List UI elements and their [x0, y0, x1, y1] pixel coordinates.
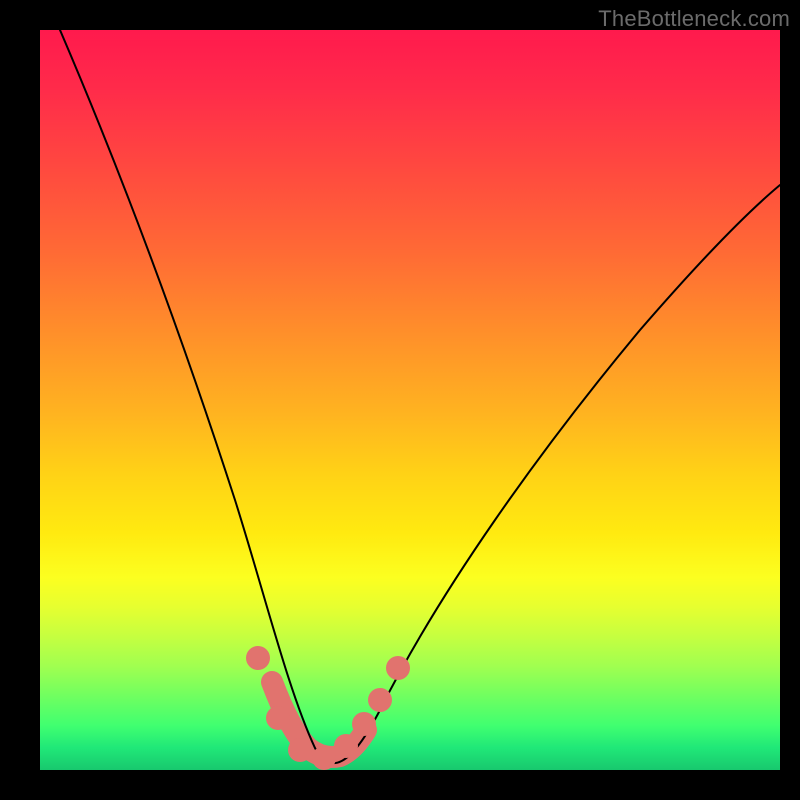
marker-dot: [246, 646, 270, 670]
marker-dot: [288, 738, 312, 762]
marker-dot: [312, 746, 336, 770]
curve-line: [60, 30, 780, 763]
marker-dot: [334, 734, 358, 758]
marker-dot: [386, 656, 410, 680]
marker-dot: [368, 688, 392, 712]
marker-dot: [352, 712, 376, 736]
chart-frame: TheBottleneck.com: [0, 0, 800, 800]
marker-dot: [266, 706, 290, 730]
plot-area: [40, 30, 780, 770]
bottleneck-curve-svg: [40, 30, 780, 770]
watermark-text: TheBottleneck.com: [598, 6, 790, 32]
